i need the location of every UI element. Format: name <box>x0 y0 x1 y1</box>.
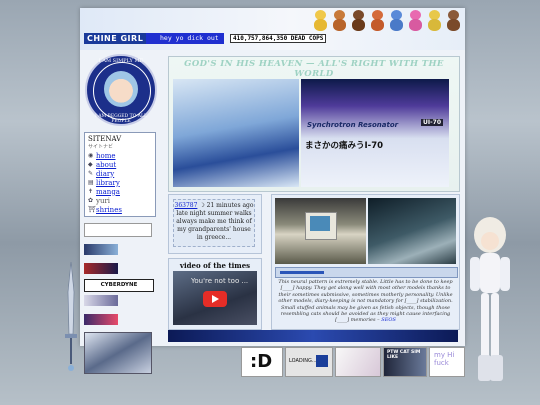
nav-item-home[interactable]: ◉ home <box>88 151 152 160</box>
synchrotron-logo: Synchrotron Resonator <box>307 121 399 129</box>
nav-item-manga[interactable]: ✝ manga <box>88 187 152 196</box>
caption-text: This neural pattern is extremely stable.… <box>278 279 453 324</box>
status-text: late night summer walks always make me t… <box>176 210 252 241</box>
web-button-88x31[interactable] <box>84 295 118 306</box>
nav-link-manga[interactable]: manga <box>96 188 120 196</box>
status-id-link[interactable]: 363787 <box>175 202 198 209</box>
aquarium-photo <box>368 198 456 264</box>
version-badge: UI-70 <box>421 119 443 126</box>
marquee-text: hey yo dick out <box>146 33 224 44</box>
sidebar: I AM SIMPLY ME I AM BEGGED TO ALL PEOPLE… <box>84 54 157 374</box>
crt-screen <box>310 216 330 231</box>
web-button-88x31[interactable] <box>84 263 118 274</box>
loading-text: LOADING... <box>289 358 317 364</box>
sitenav-box: SITENAV サイトナビ ◉ home ◆ about ✎ diary ▤ libra… <box>84 132 156 217</box>
sitenav-subheading: サイトナビ <box>88 144 114 150</box>
cat-sim-text: PTW CAT SIM LIKE <box>387 350 421 360</box>
photo-caption: This neural pattern is extremely stable.… <box>275 279 456 324</box>
bear-icon <box>407 10 424 32</box>
main-page: CHINE GIRL hey yo dick out 410,757,864,3… <box>80 8 465 374</box>
media-player-bar[interactable] <box>275 267 458 278</box>
cross-icon: ✝ <box>88 187 94 195</box>
cat-sim-button[interactable]: PTW CAT SIM LIKE <box>383 347 427 377</box>
web-button-88x31[interactable] <box>84 314 118 325</box>
character-portrait <box>104 71 138 107</box>
progress-bar[interactable] <box>280 271 324 274</box>
bear-icon <box>388 10 405 32</box>
search-input[interactable] <box>84 223 152 237</box>
loading-button[interactable]: LOADING... <box>285 347 333 377</box>
status-time: 21 minutes ago <box>206 202 254 209</box>
seal-text-top: I AM SIMPLY ME <box>98 58 144 64</box>
teddy-bear-row <box>312 10 462 32</box>
nav-item-library[interactable]: ▤ library <box>88 178 152 187</box>
banner-panel: GOD'S IN HIS HEAVEN — ALL'S RIGHT WITH T… <box>168 56 460 192</box>
seal-text-bottom: I AM BEGGED TO ALL PEOPLE <box>95 114 147 124</box>
banner-japanese-text: まさかの痛みうI-70 <box>305 141 384 151</box>
seal-emblem: I AM SIMPLY ME I AM BEGGED TO ALL PEOPLE <box>85 54 157 126</box>
status-widget: 363787 ☽ 21 minutes ago late night summe… <box>168 194 262 254</box>
nav-item-about[interactable]: ◆ about <box>88 160 152 169</box>
my-hi-text: my Hi fuck <box>434 351 455 367</box>
button-row <box>84 241 156 279</box>
nav-item-shrines[interactable]: ⛩ shrines <box>88 205 152 214</box>
computer-photo <box>275 198 366 264</box>
moon-icon: ☽ <box>199 202 205 209</box>
nav-link-diary[interactable]: diary <box>96 170 114 178</box>
globe-icon: ◉ <box>88 151 94 159</box>
banner-title: GOD'S IN HIS HEAVEN — ALL'S RIGHT WITH T… <box>184 59 444 79</box>
web-button-88x31[interactable] <box>84 244 118 255</box>
bear-icon <box>350 10 367 32</box>
sword-decoration <box>65 262 77 371</box>
site-title[interactable]: CHINE GIRL <box>84 33 147 44</box>
anime-art-button[interactable] <box>335 347 381 377</box>
cube-icon <box>316 355 328 367</box>
bear-icon <box>369 10 386 32</box>
button-wall: CYBERDYNE <box>84 241 156 374</box>
smiley-text: :D <box>250 351 273 372</box>
shrine-icon: ⛩ <box>88 205 96 213</box>
header-bar: CHINE GIRL hey yo dick out 410,757,864,3… <box>80 8 465 50</box>
nav-link-yuri[interactable]: yuri <box>96 197 110 205</box>
bear-icon <box>312 10 329 32</box>
my-hi-button[interactable]: my Hi fuck <box>429 347 465 377</box>
youtube-embed[interactable]: You're not too ... <box>173 271 257 325</box>
video-title: video of the times <box>179 261 251 270</box>
video-caption: You're not too ... <box>191 277 249 285</box>
footer-buttons: :D LOADING... PTW CAT SIM LIKE my Hi fuc… <box>235 347 465 377</box>
book-icon: ▤ <box>88 178 94 186</box>
smiley-button[interactable]: :D <box>241 347 283 377</box>
nav-link-home[interactable]: home <box>96 152 116 160</box>
bear-icon <box>331 10 348 32</box>
play-button[interactable] <box>203 291 227 307</box>
caption-link[interactable]: SEOS <box>381 317 396 323</box>
pencil-icon: ✎ <box>88 169 94 177</box>
flower-icon: ✿ <box>88 196 94 204</box>
anime-figure-decoration <box>470 217 510 381</box>
button-row <box>84 292 156 330</box>
anime-gif-panel <box>84 332 152 374</box>
nav-link-shrines[interactable]: shrines <box>96 206 122 214</box>
status-inner: 363787 ☽ 21 minutes ago late night summe… <box>173 199 255 247</box>
bottom-banner-strip <box>168 330 458 342</box>
banner-art-right: Synchrotron Resonator UI-70 まさかの痛みうI-70 <box>301 79 449 187</box>
bear-icon <box>445 10 462 32</box>
banner-art-left <box>173 79 299 187</box>
video-widget: video of the times You're not too ... <box>168 258 262 330</box>
bear-icon <box>426 10 443 32</box>
nav-item-diary[interactable]: ✎ diary <box>88 169 152 178</box>
nav-item-yuri[interactable]: ✿ yuri <box>88 196 152 205</box>
nav-link-about[interactable]: about <box>96 161 116 169</box>
cyberdyne-button[interactable]: CYBERDYNE <box>84 279 154 292</box>
info-icon: ◆ <box>88 160 93 168</box>
sitenav-heading: SITENAV <box>88 135 122 143</box>
nav-link-library[interactable]: library <box>96 179 120 187</box>
hit-counter: 410,757,864,350 DEAD COPS <box>230 34 327 43</box>
photo-widget: This neural pattern is extremely stable.… <box>271 194 460 330</box>
